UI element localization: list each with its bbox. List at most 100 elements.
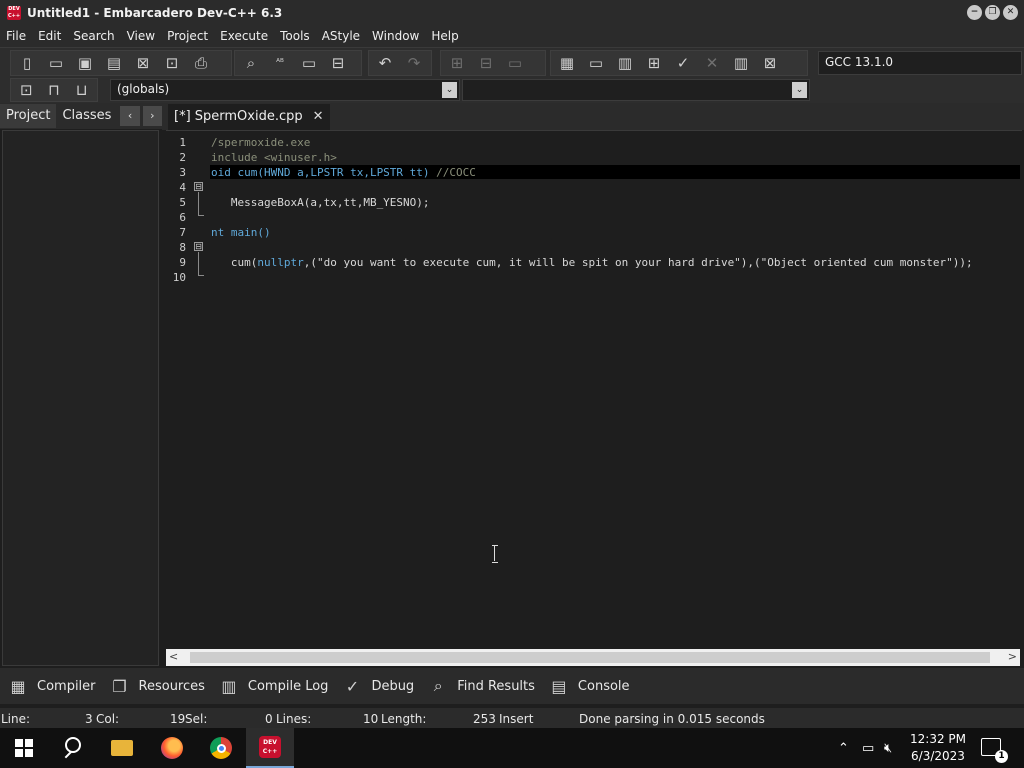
tab-debug-label: Debug bbox=[371, 678, 415, 694]
project-options-icon[interactable]: ▭ bbox=[502, 51, 528, 75]
compile-icon[interactable]: ▦ bbox=[554, 51, 580, 75]
taskbar-firefox[interactable] bbox=[148, 728, 196, 768]
tab-debug[interactable]: ✓ Debug bbox=[339, 669, 420, 703]
chevron-down-icon[interactable]: ⌄ bbox=[442, 82, 457, 98]
tab-compile-log[interactable]: ▥ Compile Log bbox=[216, 669, 335, 703]
tab-compiler[interactable]: ▦ Compiler bbox=[5, 669, 102, 703]
tray-chevron-icon[interactable]: ⌃ bbox=[838, 728, 849, 768]
minimize-button[interactable]: − bbox=[967, 5, 982, 20]
scroll-left-icon[interactable]: < bbox=[169, 650, 178, 663]
fold-line bbox=[198, 192, 199, 215]
menu-help[interactable]: Help bbox=[425, 26, 464, 47]
delete-profile-icon[interactable]: ⊠ bbox=[757, 51, 783, 75]
editor-tab-spermoxide[interactable]: [*] SpermOxide.cpp ✕ bbox=[168, 104, 330, 130]
menu-execute[interactable]: Execute bbox=[214, 26, 274, 47]
code-line: /spermoxide.exe bbox=[211, 136, 310, 149]
status-length-label: Length: bbox=[381, 712, 427, 726]
next-tab-button[interactable]: › bbox=[142, 106, 162, 126]
fold-icon[interactable]: ⊟ bbox=[194, 242, 203, 251]
restore-button[interactable]: ❐ bbox=[985, 5, 1000, 20]
code-token: oid cum(HWND a,LPSTR tx,LPSTR tt) bbox=[211, 166, 437, 179]
taskbar-file-explorer[interactable] bbox=[98, 728, 146, 768]
save-all-icon[interactable]: ▤ bbox=[101, 51, 127, 75]
bookmark-icon[interactable]: ⊓ bbox=[42, 79, 67, 101]
goto-line-icon[interactable]: ▭ bbox=[296, 51, 322, 75]
volume-muted-icon[interactable]: 🔇︎ bbox=[884, 728, 892, 768]
menu-astyle[interactable]: AStyle bbox=[316, 26, 366, 47]
close-button[interactable]: ✕ bbox=[1003, 5, 1018, 20]
line-number: 1 bbox=[179, 136, 186, 149]
remove-from-project-icon[interactable]: ⊟ bbox=[473, 51, 499, 75]
fold-line-end bbox=[198, 275, 204, 276]
close-file-icon[interactable]: ⊠ bbox=[130, 51, 156, 75]
scope-combo[interactable]: (globals) ⌄ bbox=[110, 79, 460, 101]
compiler-select[interactable]: GCC 13.1.0 bbox=[818, 51, 1022, 75]
fold-icon[interactable]: ⊟ bbox=[194, 182, 203, 191]
line-number: 10 bbox=[172, 271, 186, 284]
line-number: 4 bbox=[179, 181, 186, 194]
code-token: nullptr bbox=[257, 256, 304, 269]
menu-file[interactable]: File bbox=[0, 26, 32, 47]
tab-classes[interactable]: Classes bbox=[56, 104, 117, 128]
start-button[interactable] bbox=[0, 728, 48, 768]
member-combo[interactable]: ⌄ bbox=[462, 79, 810, 101]
profile-icon[interactable]: ▥ bbox=[728, 51, 754, 75]
code-editor[interactable]: 1 2 3 4 5 6 7 8 9 10 ⊟ ⊟ /spermoxide.exe include <… bbox=[166, 130, 1022, 648]
menu-project[interactable]: Project bbox=[161, 26, 214, 47]
close-all-icon[interactable]: ⊡ bbox=[159, 51, 185, 75]
goto-bookmark-icon[interactable]: ⊔ bbox=[69, 79, 94, 101]
close-icon[interactable]: ✕ bbox=[313, 105, 324, 129]
network-icon[interactable]: ▭ bbox=[862, 728, 874, 768]
open-folder-icon[interactable]: ▭ bbox=[43, 51, 69, 75]
tab-console-label: Console bbox=[577, 678, 630, 694]
redo-icon[interactable]: ↷ bbox=[401, 51, 427, 75]
menu-edit[interactable]: Edit bbox=[32, 26, 67, 47]
new-file-icon[interactable]: ▯ bbox=[14, 51, 40, 75]
menu-view[interactable]: View bbox=[121, 26, 161, 47]
line-number: 6 bbox=[179, 211, 186, 224]
horizontal-scrollbar[interactable]: < > bbox=[166, 649, 1020, 666]
insert-icon[interactable]: ⊡ bbox=[14, 79, 39, 101]
editor-tab-label: [*] SpermOxide.cpp bbox=[174, 109, 303, 124]
stop-execution-icon[interactable]: ✕ bbox=[699, 51, 725, 75]
taskbar-search-button[interactable] bbox=[48, 728, 96, 768]
main-toolbar: ▯ ▭ ▣ ▤ ⊠ ⊡ ⎙ ⌕ ᴬᴮ ▭ ⊟ ↶ ↷ ⊞ ⊟ ▭ ▦ ▭ ▥ ⊞… bbox=[0, 47, 1024, 77]
toggle-bookmark-icon[interactable]: ⊟ bbox=[325, 51, 351, 75]
line-number: 3 bbox=[179, 166, 186, 179]
compile-run-icon[interactable]: ▥ bbox=[612, 51, 638, 75]
tab-console[interactable]: ▤ Console bbox=[546, 669, 636, 703]
rebuild-all-icon[interactable]: ⊞ bbox=[641, 51, 667, 75]
file-toolbar-group: ▯ ▭ ▣ ▤ ⊠ ⊡ ⎙ bbox=[10, 50, 232, 76]
line-number: 7 bbox=[179, 226, 186, 239]
run-icon[interactable]: ▭ bbox=[583, 51, 609, 75]
tab-find-results[interactable]: ⌕ Find Results bbox=[425, 669, 541, 703]
taskbar-chrome[interactable] bbox=[197, 728, 245, 768]
status-line-label: Line: bbox=[1, 712, 31, 726]
find-icon[interactable]: ⌕ bbox=[238, 51, 264, 75]
tab-resources-label: Resources bbox=[138, 678, 205, 694]
undo-icon[interactable]: ↶ bbox=[372, 51, 398, 75]
menu-window[interactable]: Window bbox=[366, 26, 425, 47]
syntax-check-icon[interactable]: ✓ bbox=[670, 51, 696, 75]
window-title: Untitled1 - Embarcadero Dev-C++ 6.3 bbox=[27, 6, 283, 20]
devcpp-app-icon: DEV C++ bbox=[7, 6, 21, 20]
taskbar-devcpp[interactable]: DEV C++ bbox=[246, 728, 294, 768]
menu-search[interactable]: Search bbox=[67, 26, 120, 47]
chevron-down-icon[interactable]: ⌄ bbox=[792, 82, 807, 98]
scrollbar-thumb[interactable] bbox=[190, 652, 990, 663]
save-icon[interactable]: ▣ bbox=[72, 51, 98, 75]
project-tree-panel[interactable] bbox=[2, 130, 159, 666]
tab-project[interactable]: Project bbox=[0, 104, 57, 128]
scroll-right-icon[interactable]: > bbox=[1008, 650, 1017, 663]
add-to-project-icon[interactable]: ⊞ bbox=[444, 51, 470, 75]
print-icon[interactable]: ⎙ bbox=[188, 51, 214, 75]
left-panel-tabs: Project Classes ‹ › bbox=[0, 103, 162, 129]
status-length-value: 253 bbox=[473, 712, 496, 726]
taskbar-clock[interactable]: 12:32 PM 6/3/2023 bbox=[906, 731, 970, 765]
search-icon bbox=[61, 737, 83, 759]
menu-tools[interactable]: Tools bbox=[274, 26, 316, 47]
status-sel-value: 0 bbox=[265, 712, 273, 726]
tab-resources[interactable]: ❐ Resources bbox=[107, 669, 211, 703]
prev-tab-button[interactable]: ‹ bbox=[120, 106, 140, 126]
replace-icon[interactable]: ᴬᴮ bbox=[267, 51, 293, 75]
